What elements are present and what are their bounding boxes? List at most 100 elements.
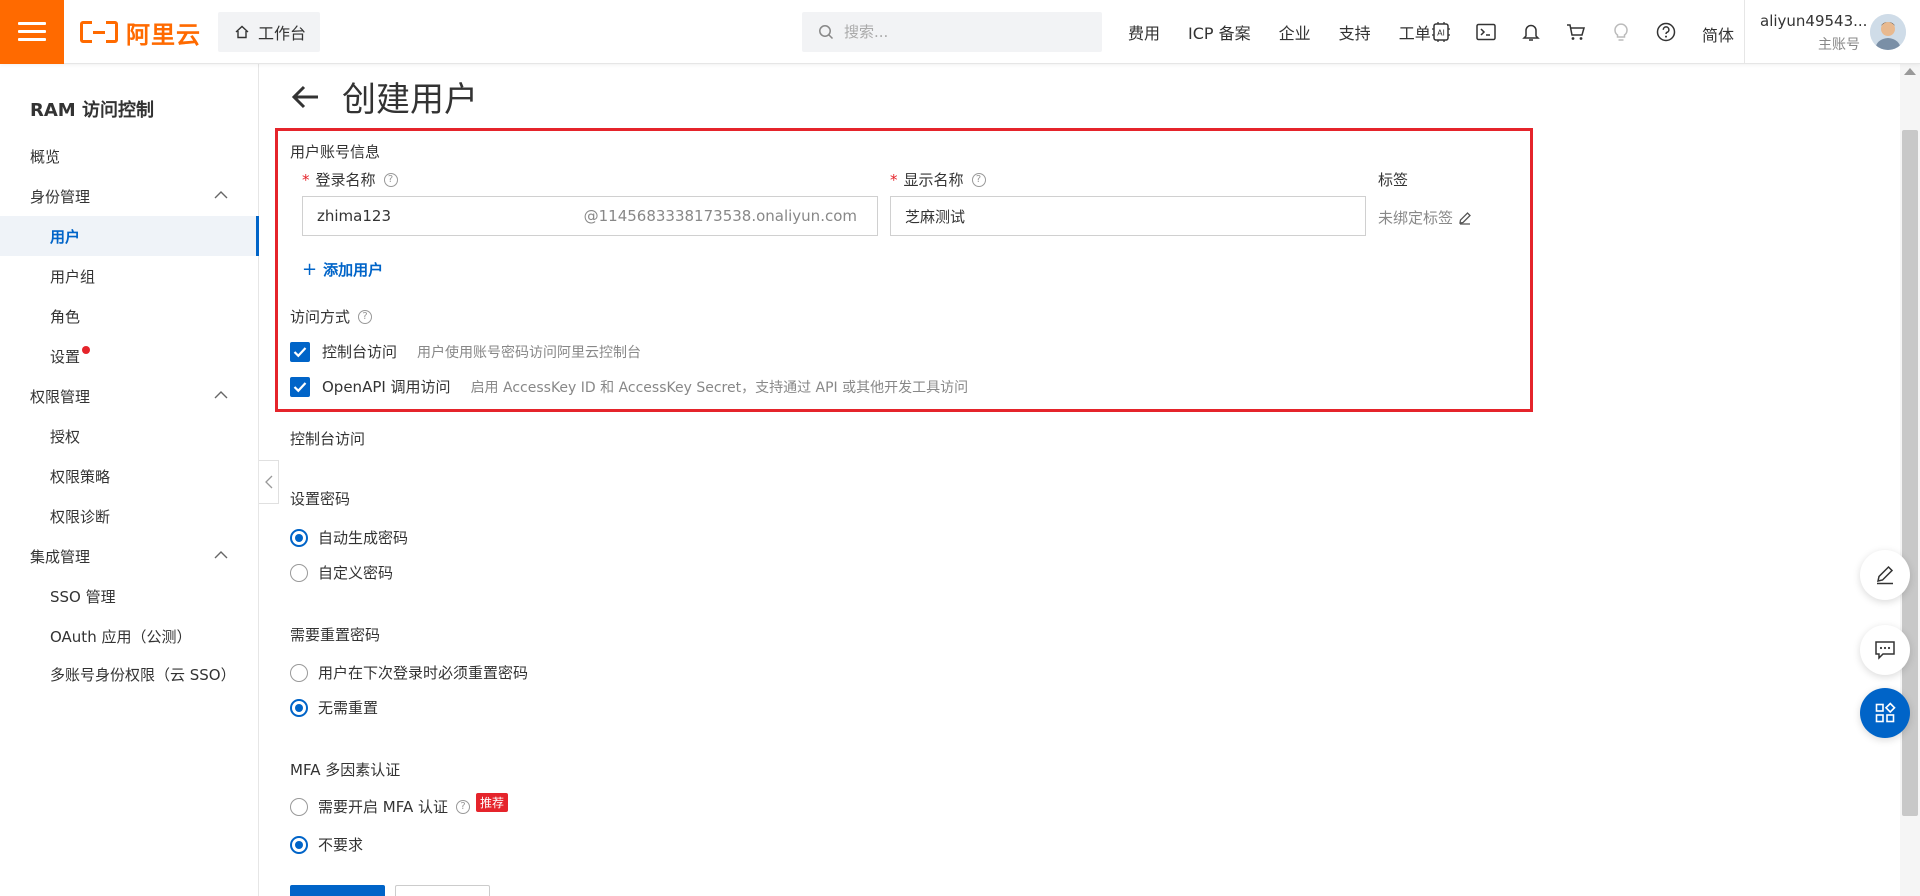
- reset-none-option[interactable]: 无需重置: [290, 697, 378, 718]
- edit-icon[interactable]: [1458, 211, 1472, 225]
- sidebar-item-roles[interactable]: 角色: [0, 296, 258, 336]
- reset-required-label: 用户在下次登录时必须重置密码: [318, 664, 529, 682]
- user-info[interactable]: aliyun49543... 主账号: [1760, 12, 1868, 54]
- cart-icon[interactable]: [1565, 21, 1587, 43]
- reset-none-label: 无需重置: [318, 699, 379, 717]
- sidebar-item-label: 集成管理: [30, 547, 91, 566]
- workbench-button[interactable]: 工作台: [218, 12, 320, 52]
- user-role: 主账号: [1818, 37, 1860, 53]
- sidebar-item-oauth[interactable]: OAuth 应用（公测）: [0, 616, 258, 656]
- aliyun-logo[interactable]: 阿里云: [80, 18, 201, 49]
- sidebar-item-sso[interactable]: SSO 管理: [0, 576, 258, 616]
- chevron-up-icon: [214, 391, 228, 399]
- scroll-up-icon[interactable]: [1904, 68, 1916, 75]
- sidebar-group-permissions[interactable]: 权限管理: [0, 376, 258, 416]
- check-icon: [293, 381, 307, 392]
- api-access-checkbox[interactable]: [290, 376, 310, 397]
- search-input[interactable]: [844, 23, 1084, 41]
- console-access-checkbox[interactable]: [290, 341, 310, 362]
- apps-button[interactable]: [1860, 688, 1910, 738]
- sidebar-group-identity[interactable]: 身份管理: [0, 176, 258, 216]
- sidebar-item-overview[interactable]: 概览: [0, 136, 258, 176]
- mfa-none-radio[interactable]: [290, 835, 308, 854]
- workbench-label: 工作台: [258, 24, 307, 43]
- back-arrow-icon[interactable]: [290, 81, 322, 113]
- top-bar: 阿里云 工作台 费用 ICP 备案 企业 支持 工单 AI 简: [0, 0, 1920, 64]
- mfa-required-option[interactable]: 需要开启 MFA 认证 ? 推荐: [290, 793, 509, 817]
- sidebar-item-diagnosis[interactable]: 权限诊断: [0, 496, 258, 536]
- password-custom-radio[interactable]: [290, 563, 308, 582]
- sidebar-item-label: 授权: [50, 427, 81, 446]
- sidebar-item-users[interactable]: 用户: [0, 216, 259, 256]
- sidebar-item-label: 设置: [50, 347, 81, 366]
- feedback-button[interactable]: [1860, 550, 1910, 600]
- mfa-section-title: MFA 多因素认证: [290, 761, 401, 779]
- api-access-desc: 启用 AccessKey ID 和 AccessKey Secret，支持通过 …: [470, 379, 969, 396]
- reset-required-option[interactable]: 用户在下次登录时必须重置密码: [290, 662, 528, 683]
- access-section-label: 访问方式: [290, 308, 351, 326]
- terminal-icon[interactable]: [1475, 21, 1497, 43]
- help-circle-icon[interactable]: ?: [383, 172, 398, 187]
- tag-value[interactable]: 未绑定标签: [1378, 207, 1472, 228]
- display-name-input[interactable]: 芝麻测试: [890, 196, 1366, 236]
- sidebar-item-label: 用户: [50, 227, 81, 246]
- sidebar-item-label: 身份管理: [30, 187, 91, 206]
- add-user-button[interactable]: + 添加用户: [302, 259, 383, 280]
- nav-link-enterprise[interactable]: 企业: [1279, 20, 1311, 44]
- divider: [1744, 0, 1745, 64]
- language-switch[interactable]: 简体: [1702, 22, 1734, 46]
- sidebar-item-label: 用户组: [50, 267, 96, 286]
- nav-link-billing[interactable]: 费用: [1128, 20, 1160, 44]
- page-header: 创建用户: [290, 72, 478, 121]
- password-custom-option[interactable]: 自定义密码: [290, 562, 393, 583]
- api-access-label: OpenAPI 调用访问: [322, 378, 451, 396]
- console-access-option[interactable]: 控制台访问 用户使用账号密码访问阿里云控制台: [290, 341, 641, 362]
- password-auto-label: 自动生成密码: [318, 529, 409, 547]
- sidebar-item-label: OAuth 应用（公测）: [50, 627, 192, 646]
- chat-button[interactable]: [1860, 625, 1910, 675]
- bell-icon[interactable]: [1520, 21, 1542, 43]
- mfa-none-option[interactable]: 不要求: [290, 834, 363, 855]
- search-icon: [819, 25, 834, 40]
- help-icon[interactable]: [1655, 21, 1677, 43]
- reset-required-radio[interactable]: [290, 663, 308, 682]
- confirm-button[interactable]: [290, 885, 385, 896]
- user-name: aliyun49543...: [1760, 12, 1868, 30]
- sidebar-item-cloud-sso[interactable]: 多账号身份权限（云 SSO）: [0, 654, 258, 694]
- sidebar-item-grants[interactable]: 授权: [0, 416, 258, 456]
- top-nav-icons: AI: [1430, 0, 1700, 64]
- reset-none-radio[interactable]: [290, 698, 308, 717]
- top-nav-links: 费用 ICP 备案 企业 支持 工单: [1128, 0, 1459, 64]
- sidebar-item-label: SSO 管理: [50, 587, 116, 606]
- mfa-required-radio[interactable]: [290, 797, 308, 816]
- menu-button[interactable]: [0, 0, 64, 64]
- check-icon: [293, 346, 307, 357]
- search-bar[interactable]: [802, 12, 1102, 52]
- back-button[interactable]: [395, 885, 490, 896]
- sidebar-item-user-groups[interactable]: 用户组: [0, 256, 258, 296]
- sidebar-item-settings[interactable]: 设置: [0, 336, 258, 376]
- lightbulb-icon[interactable]: [1610, 21, 1632, 43]
- avatar[interactable]: [1870, 14, 1906, 50]
- help-circle-icon[interactable]: ?: [971, 172, 986, 187]
- nav-link-icp[interactable]: ICP 备案: [1188, 20, 1251, 44]
- login-name-input[interactable]: zhima123 @1145683338173538.onaliyun.com: [302, 196, 878, 236]
- page-title: 创建用户: [342, 80, 478, 120]
- ai-assistant-icon[interactable]: AI: [1430, 21, 1452, 43]
- password-auto-option[interactable]: 自动生成密码: [290, 527, 408, 548]
- password-auto-radio[interactable]: [290, 528, 308, 547]
- required-mark: *: [302, 170, 310, 189]
- sidebar-group-integration[interactable]: 集成管理: [0, 536, 258, 576]
- recommend-badge: 推荐: [476, 793, 509, 812]
- sidebar-item-label: 权限策略: [50, 467, 111, 486]
- plus-icon: +: [302, 259, 318, 280]
- chevron-left-icon: [264, 475, 272, 489]
- sidebar-collapse-button[interactable]: [259, 460, 279, 504]
- sidebar-item-policies[interactable]: 权限策略: [0, 456, 258, 496]
- help-circle-icon[interactable]: ?: [358, 309, 373, 324]
- nav-link-ticket[interactable]: 工单: [1399, 20, 1431, 44]
- svg-text:AI: AI: [1437, 29, 1445, 38]
- api-access-option[interactable]: OpenAPI 调用访问 启用 AccessKey ID 和 AccessKey…: [290, 376, 968, 397]
- nav-link-support[interactable]: 支持: [1339, 20, 1371, 44]
- help-circle-icon[interactable]: ?: [456, 799, 470, 814]
